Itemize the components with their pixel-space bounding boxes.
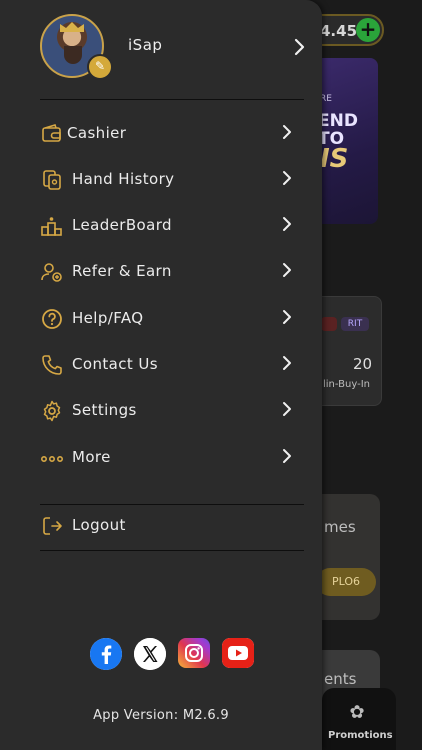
divider: [40, 550, 304, 551]
divider: [40, 99, 304, 100]
logout-icon: [40, 514, 64, 538]
menu-item-leaderboard[interactable]: LeaderBoard: [40, 208, 304, 244]
facebook-icon[interactable]: [90, 638, 122, 670]
balance-text: 4.45: [320, 22, 358, 40]
banner-line2: END TO: [318, 111, 358, 149]
instagram-icon[interactable]: [178, 638, 210, 668]
help-icon: [40, 307, 64, 331]
avatar-face: [64, 46, 82, 64]
chevron-right-icon: [282, 448, 292, 464]
add-funds-icon[interactable]: +: [356, 18, 380, 42]
menu-item-more[interactable]: More: [40, 440, 304, 476]
events-label: ents: [324, 670, 357, 688]
divider: [40, 504, 304, 505]
chevron-right-icon: [282, 355, 292, 371]
menu-label-leaderboard: LeaderBoard: [72, 216, 172, 234]
games-label: mes: [324, 518, 356, 536]
menu-label-refer-earn: Refer & Earn: [72, 262, 172, 280]
profile-row[interactable]: ✎ iSap: [40, 14, 320, 84]
gear-icon: [40, 399, 64, 423]
side-drawer: ✎ iSap Cashier Hand History LeaderBoard: [0, 0, 322, 750]
promotions-label: Promotions: [328, 730, 393, 741]
menu-label-more: More: [72, 448, 111, 466]
card-caption: lin-Buy-In: [323, 379, 370, 390]
username: iSap: [128, 36, 163, 54]
app-version: App Version: M2.6.9: [93, 708, 229, 723]
phone-icon: [40, 353, 64, 377]
crown-icon: [60, 22, 84, 32]
game-card[interactable]: RIT 20 lin-Buy-In: [312, 296, 382, 406]
chevron-right-icon: [282, 170, 292, 186]
promotions-tab[interactable]: ✿ Promotions: [322, 688, 396, 750]
chevron-right-icon: [294, 38, 306, 56]
hand-history-icon: [40, 168, 64, 192]
menu-item-cashier[interactable]: Cashier: [40, 116, 304, 152]
chevron-right-icon: [282, 124, 292, 140]
games-card[interactable]: mes PLO6: [312, 494, 380, 620]
menu-label-contact-us: Contact Us: [72, 355, 158, 373]
chevron-right-icon: [282, 401, 292, 417]
menu-label-help-faq: Help/FAQ: [72, 309, 144, 327]
logout-button[interactable]: Logout: [40, 508, 304, 544]
menu-item-help-faq[interactable]: Help/FAQ: [40, 301, 304, 337]
more-dots-icon: [40, 446, 64, 470]
chevron-right-icon: [282, 309, 292, 325]
menu-item-hand-history[interactable]: Hand History: [40, 162, 304, 198]
edit-avatar-icon[interactable]: ✎: [87, 54, 113, 80]
x-icon[interactable]: [134, 638, 166, 670]
menu-label-cashier: Cashier: [67, 124, 127, 142]
chevron-right-icon: [282, 216, 292, 232]
menu-item-refer-earn[interactable]: Refer & Earn: [40, 254, 304, 290]
chevron-right-icon: [282, 262, 292, 278]
refer-icon: [40, 260, 64, 284]
youtube-icon[interactable]: [222, 638, 254, 668]
menu-label-hand-history: Hand History: [72, 170, 175, 188]
menu-item-contact-us[interactable]: Contact Us: [40, 347, 304, 383]
card-chip-red: [321, 317, 337, 331]
wallet-icon: [40, 122, 64, 146]
logout-label: Logout: [72, 516, 126, 534]
games-code-button[interactable]: PLO6: [316, 568, 376, 596]
promotions-icon: ✿: [349, 702, 365, 723]
card-value: 20: [353, 355, 373, 373]
menu-label-settings: Settings: [72, 401, 137, 419]
banner-line3: IS: [320, 144, 349, 174]
podium-icon: [40, 214, 64, 238]
menu-item-settings[interactable]: Settings: [40, 393, 304, 429]
social-links: [90, 638, 260, 670]
card-chip-tag: RIT: [341, 317, 369, 331]
